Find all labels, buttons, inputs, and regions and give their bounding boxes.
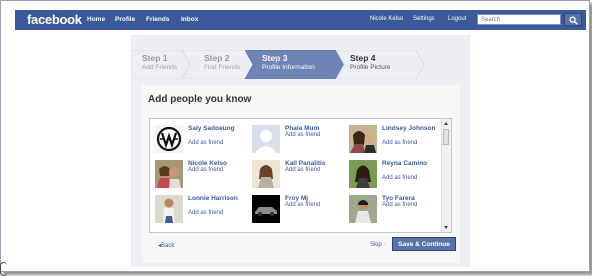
person-name[interactable]: Lonnie Harrison (188, 195, 250, 203)
step-3-number: Step 3 (262, 53, 288, 63)
step-1-label: Add Friends (142, 64, 178, 71)
step-4-number: Step 4 (350, 53, 376, 63)
skip-link[interactable]: Skip · (370, 242, 385, 248)
car-photo-avatar-icon[interactable] (252, 195, 280, 223)
person-card: Froy Mj Add as friend (252, 195, 348, 229)
blue-nav-bar: facebook Home Profile Friends Inbox Nico… (15, 10, 586, 30)
scroll-down-arrow-icon[interactable] (444, 226, 448, 229)
step-1-number: Step 1 (142, 53, 168, 63)
add-as-friend-link[interactable]: Add as friend (285, 132, 320, 138)
person-name[interactable]: Lindsey Johnson (382, 125, 444, 133)
panel-title: Add people you know (148, 94, 252, 105)
nav-logout[interactable]: Logout (448, 16, 466, 22)
photo-avatar-icon[interactable] (349, 160, 377, 188)
main-content: Step 1 Add Friends Step 2 Find Friends S… (131, 35, 470, 267)
photo-avatar-icon[interactable] (155, 160, 183, 188)
back-link[interactable]: ◂Back (158, 242, 174, 249)
photo-avatar-icon[interactable] (252, 160, 280, 188)
person-card: Nicole Kelso Add as friend (155, 160, 251, 194)
add-as-friend-link[interactable]: Add as friend (188, 140, 223, 146)
people-list-scrollbar[interactable] (441, 119, 451, 232)
nav-inbox[interactable]: Inbox (181, 16, 198, 23)
add-as-friend-link[interactable]: Add as friend (188, 167, 223, 173)
scroll-up-arrow-icon[interactable] (444, 122, 448, 125)
person-card: Reyna Camino Add as friend (349, 160, 445, 194)
person-card: Lindsey Johnson Add as friend (349, 125, 445, 159)
scrollbar-thumb[interactable] (443, 129, 449, 145)
top-bar: facebook Home Profile Friends Inbox Nico… (1, 1, 589, 35)
people-list[interactable]: Saly Sadoeung Add as friend Phala Mum Ad… (149, 118, 452, 233)
nav-friends[interactable]: Friends (146, 16, 169, 23)
step-2-number: Step 2 (204, 53, 230, 63)
add-as-friend-link[interactable]: Add as friend (188, 210, 223, 216)
photo-avatar-icon[interactable] (349, 125, 377, 153)
person-name[interactable]: Saly Sadoeung (188, 125, 250, 133)
photo-avatar-icon[interactable] (349, 195, 377, 223)
person-card: Phala Mum Add as friend (252, 125, 348, 159)
skip-link-label: Skip (370, 242, 382, 248)
step-2-label: Find Friends (204, 64, 241, 71)
default-silhouette-avatar-icon[interactable] (252, 125, 280, 153)
search-icon (569, 16, 578, 25)
back-link-label: Back (161, 243, 175, 249)
search-button[interactable] (564, 13, 582, 26)
add-people-panel: Add people you know Saly Sadoeung Add as… (142, 85, 460, 263)
add-as-friend-link[interactable]: Add as friend (285, 167, 320, 173)
person-name[interactable]: Reyna Camino (382, 160, 444, 168)
person-card: Lonnie Harrison Add as friend (155, 195, 251, 229)
nav-profile[interactable]: Profile (115, 16, 135, 23)
facebook-logo[interactable]: facebook (27, 12, 82, 27)
step-3-label: Profile Information (262, 64, 315, 71)
add-as-friend-link[interactable]: Add as friend (285, 202, 320, 208)
photo-avatar-icon[interactable] (155, 195, 183, 223)
add-as-friend-link[interactable]: Add as friend (382, 175, 417, 181)
add-as-friend-link[interactable]: Add as friend (382, 140, 417, 146)
save-and-continue-button[interactable]: Save & Continue (392, 237, 456, 251)
logo-avatar-icon[interactable] (155, 125, 183, 153)
nav-settings[interactable]: Settings (413, 16, 435, 22)
step-4-label: Profile Picture (350, 64, 391, 71)
page-frame: facebook Home Profile Friends Inbox Nico… (0, 0, 590, 272)
person-card: Tyo Farera Add as friend (349, 195, 445, 229)
person-card: Kali Panalitis Add as friend (252, 160, 348, 194)
nav-user-name[interactable]: Nicole Kelso (370, 16, 403, 22)
search-input[interactable]: Search (477, 14, 561, 25)
nav-home[interactable]: Home (87, 16, 105, 23)
add-as-friend-link[interactable]: Add as friend (382, 202, 417, 208)
person-card: Saly Sadoeung Add as friend (155, 125, 251, 159)
